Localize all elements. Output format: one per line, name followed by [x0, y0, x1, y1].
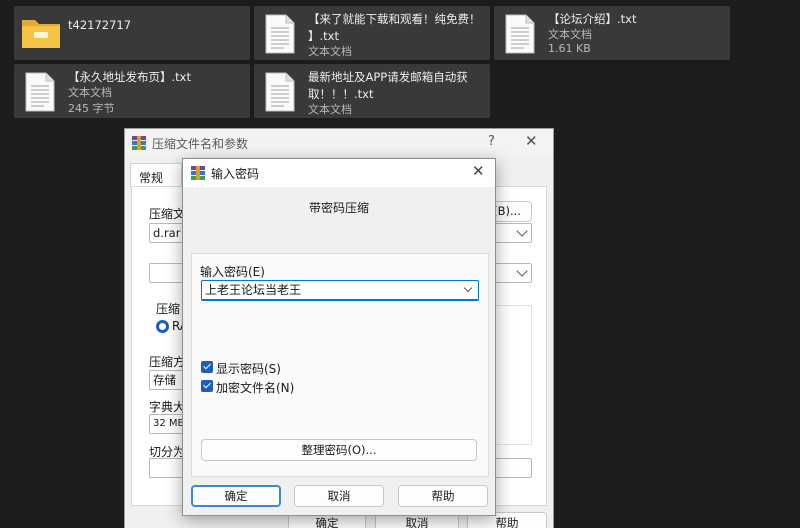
cancel-button[interactable]: 取消 [294, 485, 384, 507]
format-radio-rar[interactable] [156, 320, 169, 333]
format-group-label: 压缩 [156, 302, 181, 316]
title-bar: 输入密码 ✕ [183, 159, 495, 187]
file-tile[interactable]: 【论坛介绍】.txt 文本文档 1.61 KB [494, 6, 730, 60]
tab-general[interactable]: 常规 [130, 163, 182, 187]
show-password-checkbox[interactable] [201, 361, 213, 373]
file-size: 245 字节 [68, 102, 115, 115]
close-icon[interactable]: ✕ [472, 162, 485, 180]
dialog-heading: 带密码压缩 [308, 201, 369, 215]
encrypt-filenames-checkbox[interactable] [201, 380, 213, 392]
text-document-icon [25, 72, 55, 112]
password-input[interactable]: 上老王论坛当老王 [201, 280, 479, 301]
file-tile[interactable]: 【永久地址发布页】.txt 文本文档 245 字节 [14, 64, 250, 118]
file-name: t42172717 [68, 18, 132, 32]
file-type: 文本文档 [548, 28, 592, 41]
password-dialog: 输入密码 ✕ 带密码压缩 输入密码(E) 上老王论坛当老王 显示密码(S) 加密… [182, 158, 496, 516]
text-document-icon [265, 72, 295, 112]
folder-icon [22, 20, 60, 48]
file-type: 文本文档 [308, 45, 352, 58]
method-label: 压缩方 [149, 355, 186, 369]
help-icon[interactable]: ? [488, 134, 495, 149]
file-tile[interactable]: 最新地址及APP请发邮箱自动获 取！！！.txt 文本文档 [254, 64, 490, 118]
file-tile-folder[interactable]: t42172717 [14, 6, 250, 60]
dialog-title: 输入密码 [211, 167, 260, 181]
archive-name-label: 压缩文 [149, 207, 186, 221]
file-name: 最新地址及APP请发邮箱自动获 取！！！.txt [308, 70, 468, 101]
help-button[interactable]: 帮助 [398, 485, 488, 507]
close-icon[interactable]: ✕ [525, 132, 538, 150]
file-size: 1.61 KB [548, 42, 591, 55]
encrypt-filenames-label: 加密文件名(N) [216, 381, 295, 395]
dictionary-label: 字典大 [149, 400, 186, 414]
ok-button[interactable]: 确定 [191, 485, 281, 507]
winrar-icon [191, 166, 205, 180]
title-bar: 压缩文件名和参数 ? ✕ [125, 129, 553, 157]
file-name: 【来了就能下载和观看！纯免费！ 】.txt [308, 12, 481, 43]
file-type: 文本文档 [68, 86, 112, 99]
dialog-title: 压缩文件名和参数 [152, 137, 249, 151]
text-document-icon [265, 14, 295, 54]
organize-passwords-button[interactable]: 整理密码(O)... [201, 439, 477, 461]
password-label: 输入密码(E) [200, 265, 265, 279]
winrar-icon [132, 136, 146, 150]
file-type: 文本文档 [308, 103, 352, 116]
file-tile[interactable]: 【来了就能下载和观看！纯免费！ 】.txt 文本文档 [254, 6, 490, 60]
text-document-icon [505, 14, 535, 54]
show-password-label: 显示密码(S) [216, 362, 281, 376]
